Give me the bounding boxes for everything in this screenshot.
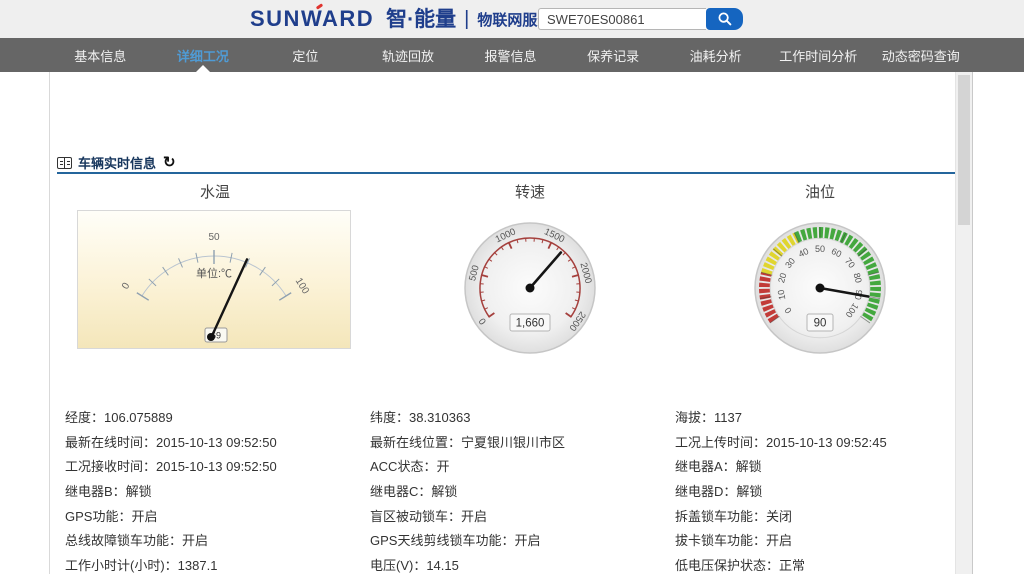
field-column-left: 经度：106.075889最新在线时间：2015-10-13 09:52:50工… bbox=[65, 406, 365, 574]
panel-book-icon bbox=[57, 157, 72, 169]
nav-item-0[interactable]: 基本信息 bbox=[49, 38, 152, 72]
nav-item-3[interactable]: 轨迹回放 bbox=[357, 38, 460, 72]
logo-text: SUNWARD bbox=[250, 6, 374, 31]
gauge-title-water-temp: 水温 bbox=[115, 181, 315, 202]
brand-divider: | bbox=[464, 8, 469, 31]
field: 最新在线位置：宁夏银川银川市区 bbox=[370, 431, 670, 456]
gauge-title-oil-level: 油位 bbox=[720, 181, 920, 202]
svg-text:1,660: 1,660 bbox=[516, 318, 545, 330]
panel-border-left bbox=[49, 72, 50, 574]
scrollbar-thumb[interactable] bbox=[958, 75, 970, 225]
svg-text:100: 100 bbox=[293, 276, 311, 296]
gauge-water-temp: 050100单位:℃69 bbox=[77, 210, 351, 349]
gauge-title-rpm: 转速 bbox=[430, 181, 630, 202]
field: 总线故障锁车功能：开启 bbox=[65, 529, 365, 554]
gauge-rpm: 050010001500200025001,660 bbox=[455, 213, 605, 363]
search-icon bbox=[717, 11, 733, 27]
nav-item-1[interactable]: 详细工况 bbox=[152, 38, 255, 72]
field-column-middle: 纬度：38.310363最新在线位置：宁夏银川银川市区ACC状态：开继电器C：解… bbox=[370, 406, 670, 574]
field: 工况上传时间：2015-10-13 09:52:45 bbox=[675, 431, 975, 456]
vehicle-search bbox=[538, 8, 743, 30]
nav-item-6[interactable]: 油耗分析 bbox=[664, 38, 767, 72]
field: 经度：106.075889 bbox=[65, 406, 365, 431]
svg-text:10: 10 bbox=[776, 289, 788, 301]
field: 继电器A：解锁 bbox=[675, 455, 975, 480]
search-input[interactable] bbox=[538, 8, 706, 30]
field: 低电压保护状态：正常 bbox=[675, 554, 975, 574]
gauge-oil-level: 010203040506070809010090 bbox=[745, 213, 895, 363]
nav-item-5[interactable]: 保养记录 bbox=[562, 38, 665, 72]
water-temp-unit-label: 单位:℃ bbox=[196, 266, 232, 280]
brand-product-name: 智·能量 bbox=[386, 9, 456, 30]
section-title: 车辆实时信息 bbox=[78, 153, 156, 172]
svg-text:50: 50 bbox=[815, 244, 825, 254]
brand: SUNWARD 智·能量 | 物联网服务平台 bbox=[250, 0, 582, 38]
field: GPS天线剪线锁车功能：开启 bbox=[370, 529, 670, 554]
app-header: SUNWARD 智·能量 | 物联网服务平台 bbox=[0, 0, 1024, 38]
main-nav: 基本信息详细工况定位轨迹回放报警信息保养记录油耗分析工作时间分析动态密码查询 bbox=[0, 38, 1024, 72]
svg-text:90: 90 bbox=[814, 318, 827, 330]
content-area: 车辆实时信息 ↻ 水温 转速 油位 050100单位:℃69 050010001… bbox=[0, 72, 1024, 574]
field: 拔卡锁车功能：开启 bbox=[675, 529, 975, 554]
refresh-icon[interactable]: ↻ bbox=[163, 155, 176, 170]
field: 拆盖锁车功能：关闭 bbox=[675, 505, 975, 530]
field-column-right: 海拔：1137工况上传时间：2015-10-13 09:52:45继电器A：解锁… bbox=[675, 406, 975, 574]
field: 盲区被动锁车：开启 bbox=[370, 505, 670, 530]
svg-text:50: 50 bbox=[208, 232, 220, 243]
search-button[interactable] bbox=[706, 8, 743, 30]
field: 工作小时计(小时)：1387.1 bbox=[65, 554, 365, 574]
field: 继电器C：解锁 bbox=[370, 480, 670, 505]
field: 最新在线时间：2015-10-13 09:52:50 bbox=[65, 431, 365, 456]
rpm-value-box: 1,660 bbox=[510, 314, 550, 331]
field: 继电器B：解锁 bbox=[65, 480, 365, 505]
oil-level-value-box: 90 bbox=[807, 314, 833, 331]
sunward-logo: SUNWARD bbox=[250, 8, 374, 30]
field: GPS功能：开启 bbox=[65, 505, 365, 530]
section-header: 车辆实时信息 ↻ bbox=[57, 153, 965, 174]
field: 海拔：1137 bbox=[675, 406, 975, 431]
field: 工况接收时间：2015-10-13 09:52:50 bbox=[65, 455, 365, 480]
field: 继电器D：解锁 bbox=[675, 480, 975, 505]
vertical-scrollbar[interactable] bbox=[955, 72, 972, 574]
field: ACC状态：开 bbox=[370, 455, 670, 480]
panel-border-right bbox=[972, 72, 973, 574]
svg-text:0: 0 bbox=[120, 281, 133, 292]
nav-item-7[interactable]: 工作时间分析 bbox=[767, 38, 870, 72]
nav-item-4[interactable]: 报警信息 bbox=[459, 38, 562, 72]
nav-item-8[interactable]: 动态密码查询 bbox=[870, 38, 973, 72]
field: 纬度：38.310363 bbox=[370, 406, 670, 431]
field: 电压(V)：14.15 bbox=[370, 554, 670, 574]
nav-item-2[interactable]: 定位 bbox=[254, 38, 357, 72]
